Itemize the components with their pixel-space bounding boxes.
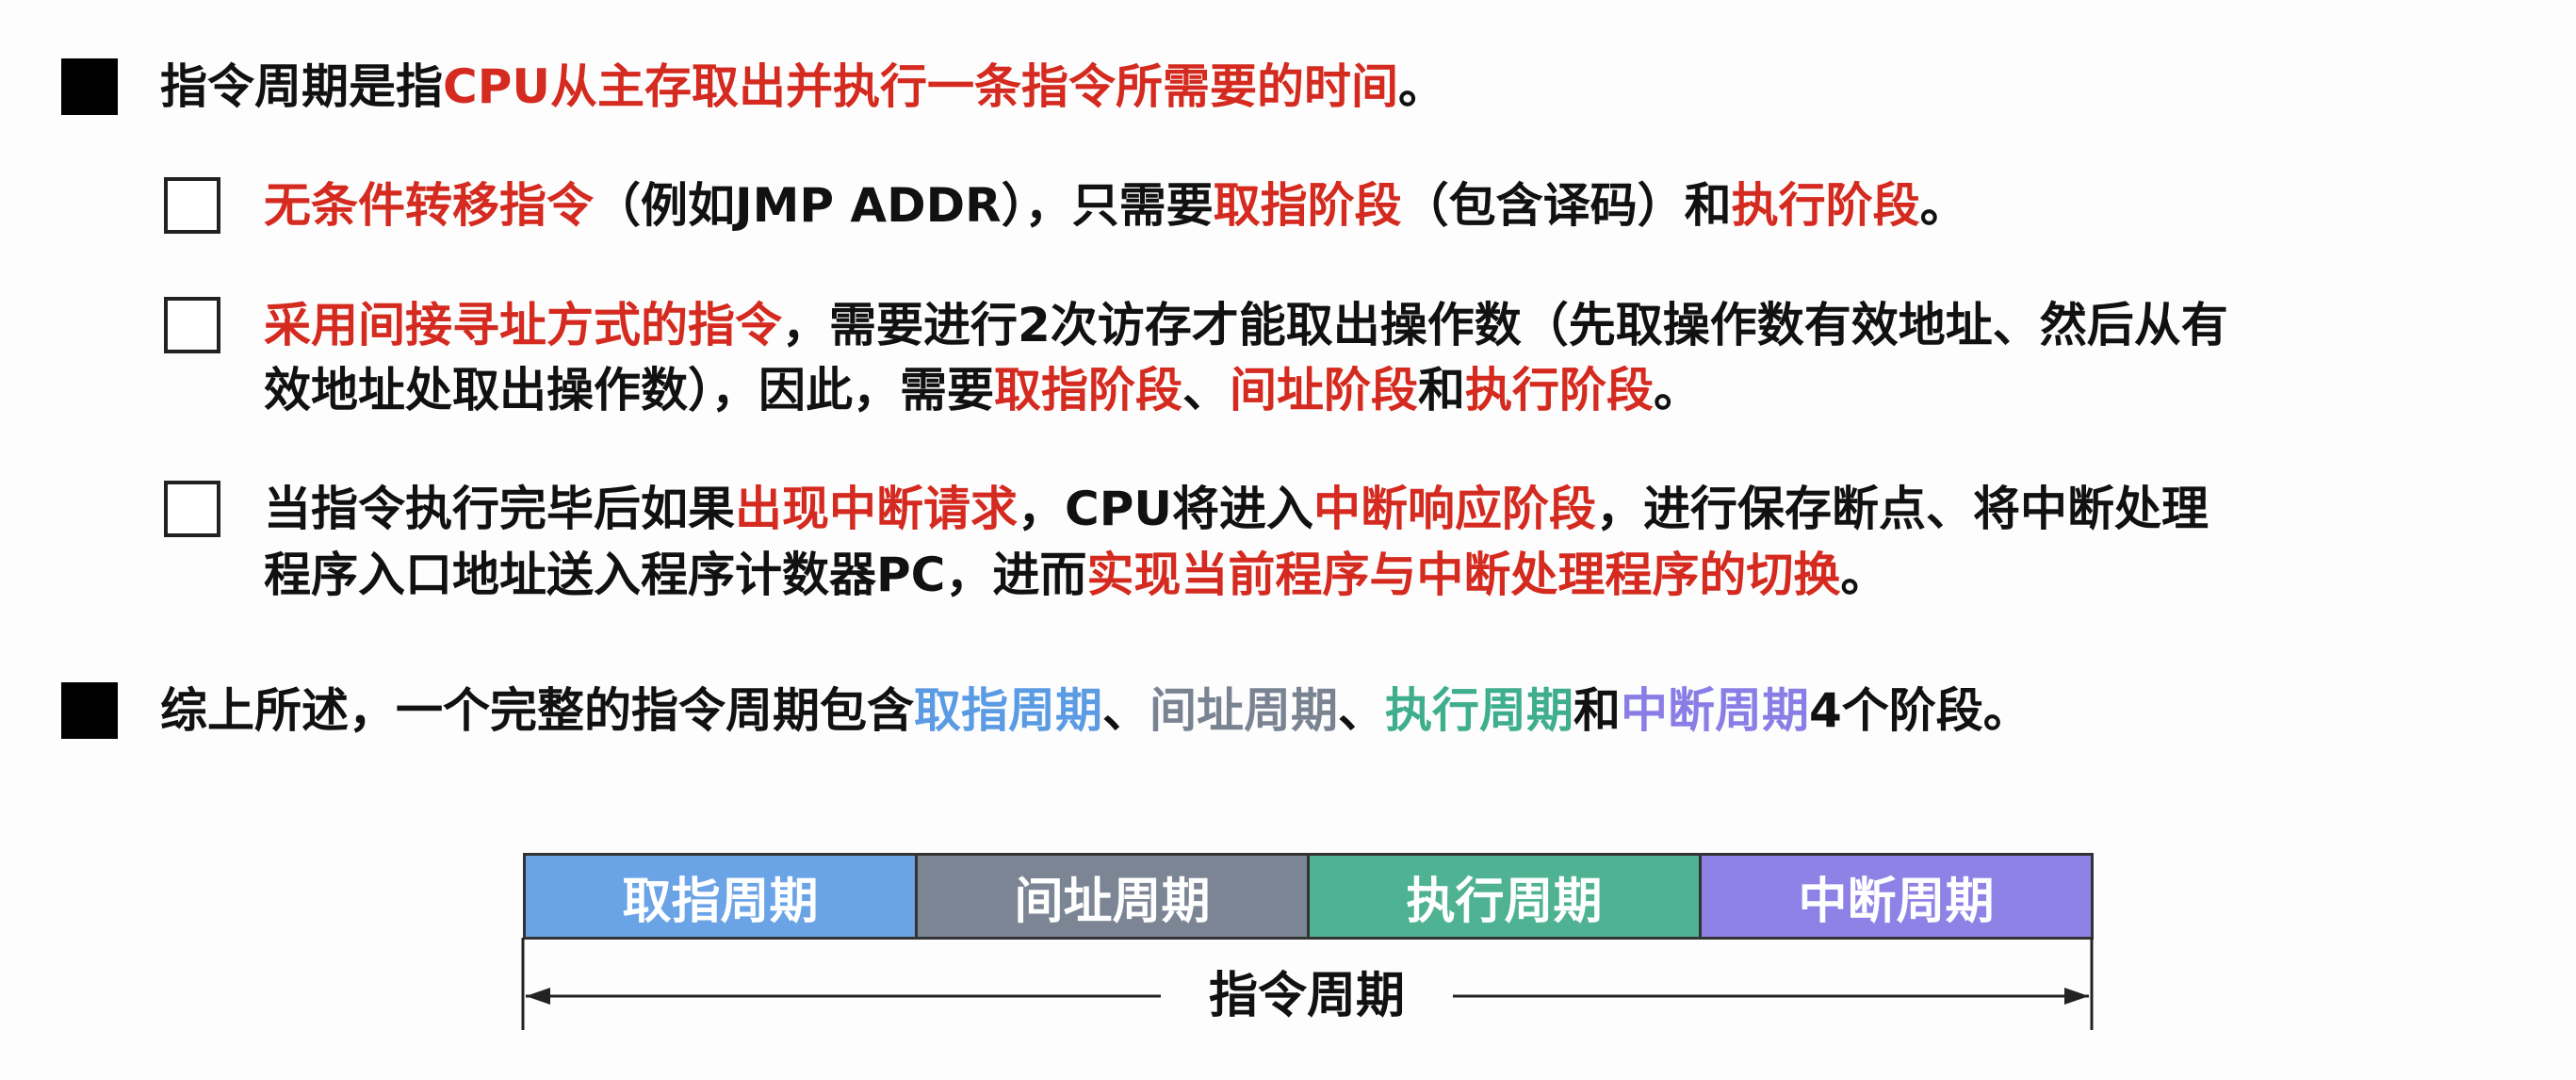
- sub-2-h1: 采用间接寻址方式的指令: [264, 298, 782, 352]
- bullet-1-highlight: CPU从主存取出并执行一条指令所需要的时间: [443, 59, 1398, 114]
- bullet-1-text: 指令周期是指CPU从主存取出并执行一条指令所需要的时间。: [160, 58, 1445, 115]
- sub-2-t4: 和: [1418, 363, 1465, 417]
- segment-indirect-cycle: 间址周期: [918, 856, 1310, 937]
- sub-1-h3: 执行阶段: [1731, 178, 1920, 233]
- sub-3-t4: 程序入口地址送入程序计数器PC，进而: [264, 548, 1087, 602]
- bullet-2-phase-fetch: 取指周期: [914, 683, 1102, 738]
- sub-3-h3: 实现当前程序与中断处理程序的切换: [1086, 548, 1841, 602]
- sub-2-line-2: 效地址处取出操作数），因此，需要取指阶段、间址阶段和执行阶段。: [264, 362, 1701, 418]
- sub-3-t1: 当指令执行完毕后如果: [264, 482, 735, 536]
- sub-3-line-1: 当指令执行完毕后如果出现中断请求，CPU将进入中断响应阶段，进行保存断点、将中断…: [264, 481, 2209, 537]
- bullet-1-suffix: 。: [1397, 59, 1445, 114]
- instruction-cycle-label: 指令周期: [1161, 963, 1453, 1029]
- sub-1-text: 无条件转移指令（例如JMP ADDR），只需要取指阶段（包含译码）和执行阶段。: [264, 177, 1967, 234]
- bullet-marker-2: [61, 682, 118, 739]
- segment-interrupt-cycle: 中断周期: [1702, 856, 2091, 937]
- sub-3-h1: 出现中断请求: [735, 482, 1018, 536]
- sub-1-h1: 无条件转移指令: [264, 178, 594, 233]
- bullet-2-phase-indirect: 间址周期: [1149, 683, 1338, 738]
- bullet-2-phase-interrupt: 中断周期: [1621, 683, 1809, 738]
- bullet-marker-1: [61, 58, 118, 115]
- sub-3-h2: 中断响应阶段: [1312, 482, 1596, 536]
- bullet-2-prefix: 综上所述，一个完整的指令周期包含: [160, 683, 914, 738]
- sub-3-t3: ，进行保存断点、将中断处理: [1595, 482, 2209, 536]
- sub-3-t5: 。: [1840, 548, 1888, 602]
- sub-2-t2: 效地址处取出操作数），因此，需要: [264, 363, 994, 417]
- checkbox-1[interactable]: [164, 177, 220, 234]
- checkbox-2[interactable]: [164, 297, 220, 353]
- sub-2-h3: 间址阶段: [1230, 363, 1418, 417]
- bullet-2-phase-execute: 执行周期: [1385, 683, 1573, 738]
- bullet-2-text: 综上所述，一个完整的指令周期包含取指周期、间址周期、执行周期和中断周期4个阶段。: [160, 682, 2030, 739]
- sub-2-t1: ，需要进行2次访存才能取出操作数（先取操作数有效地址、然后从有: [782, 298, 2228, 352]
- instruction-cycle-bar: 取指周期 间址周期 执行周期 中断周期: [523, 853, 2094, 940]
- bullet-2-suffix: 4个阶段。: [1809, 683, 2030, 738]
- sub-3-t2: ，CPU将进入: [1018, 482, 1313, 536]
- bullet-1-prefix: 指令周期是指: [160, 59, 443, 114]
- sub-1-h2: 取指阶段: [1213, 178, 1402, 233]
- segment-fetch-cycle: 取指周期: [526, 856, 918, 937]
- segment-execute-cycle: 执行周期: [1310, 856, 1702, 937]
- sub-1-t1: （例如JMP ADDR），只需要: [594, 178, 1214, 233]
- sub-2-h2: 取指阶段: [994, 363, 1182, 417]
- checkbox-3[interactable]: [164, 481, 220, 537]
- sub-1-t2: （包含译码）和: [1401, 178, 1732, 233]
- sub-2-t5: 。: [1654, 363, 1701, 417]
- sub-2-h4: 执行阶段: [1465, 363, 1654, 417]
- sub-2-line-1: 采用间接寻址方式的指令，需要进行2次访存才能取出操作数（先取操作数有效地址、然后…: [264, 297, 2228, 353]
- bullet-2-sep-3: 和: [1573, 683, 1621, 738]
- sub-3-line-2: 程序入口地址送入程序计数器PC，进而实现当前程序与中断处理程序的切换。: [264, 547, 1887, 603]
- sub-1-t3: 。: [1919, 178, 1967, 233]
- bullet-2-sep-2: 、: [1338, 683, 1385, 738]
- bullet-2-sep-1: 、: [1102, 683, 1149, 738]
- sub-2-t3: 、: [1182, 363, 1230, 417]
